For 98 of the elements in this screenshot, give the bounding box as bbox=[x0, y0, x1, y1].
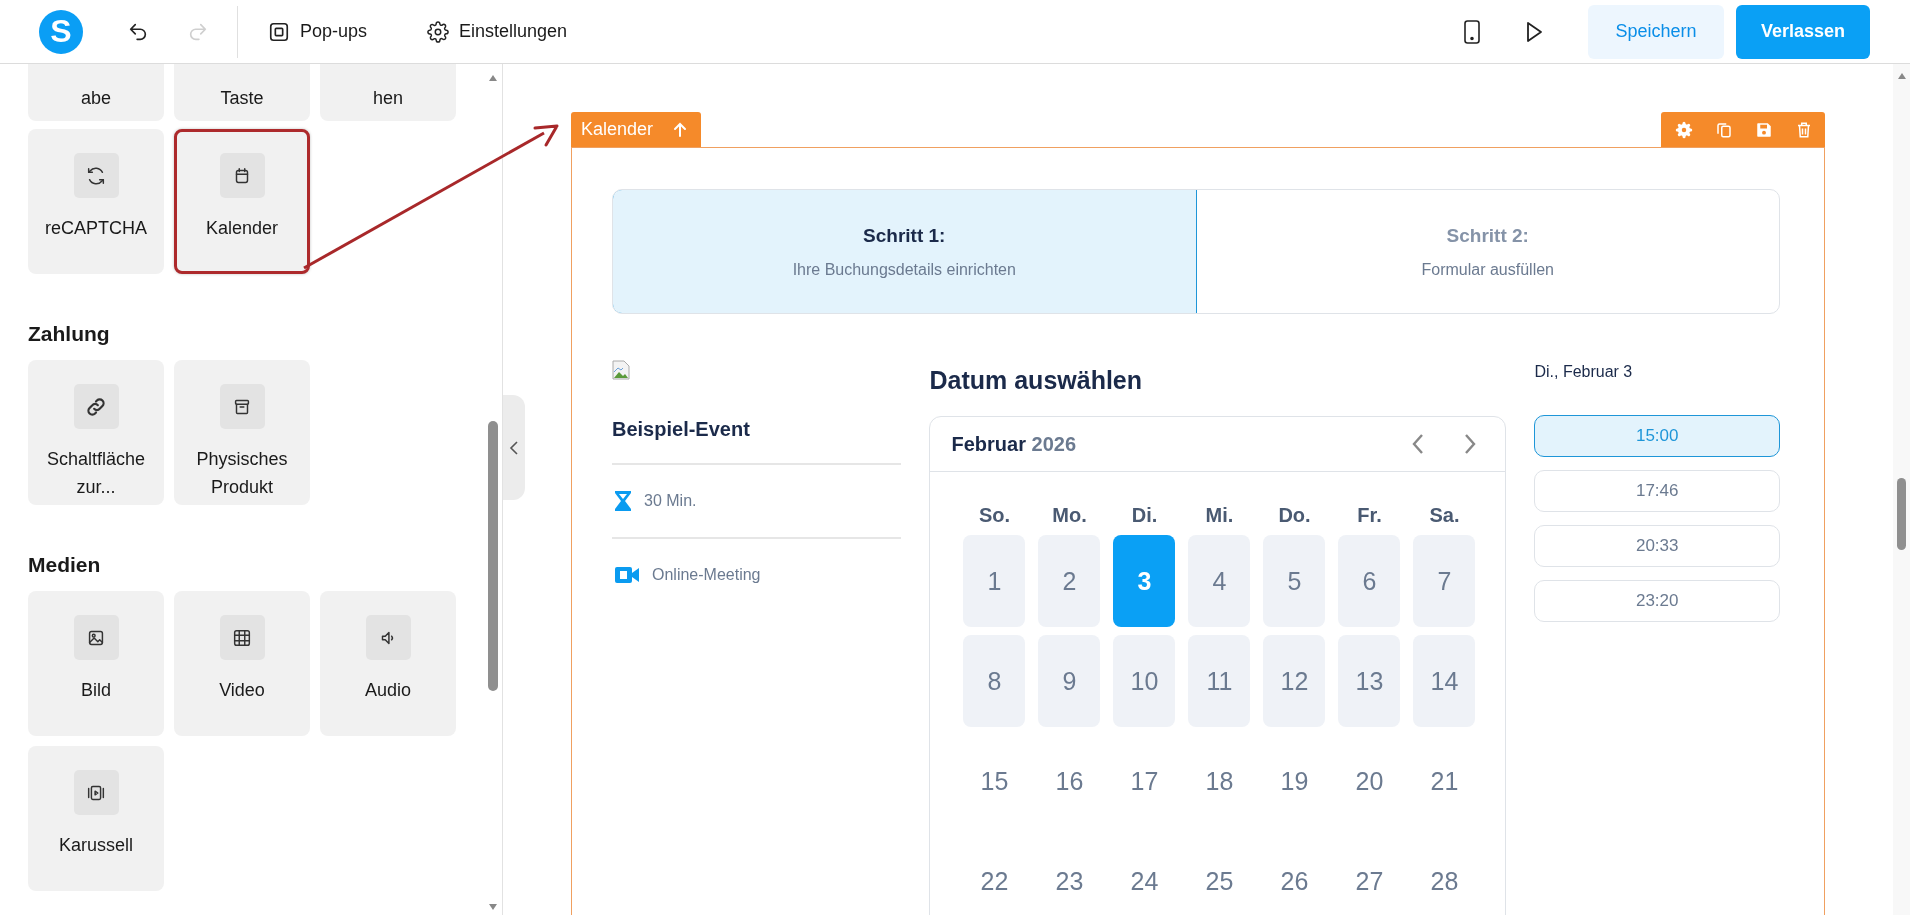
tile-icon bbox=[73, 770, 119, 815]
calendar-day[interactable]: 6 bbox=[1338, 535, 1401, 627]
event-name: Beispiel-Event bbox=[612, 418, 751, 441]
component-tile[interactable]: Video bbox=[174, 591, 310, 736]
step-description: Formular ausfüllen bbox=[1421, 260, 1554, 279]
tile-icon bbox=[73, 153, 119, 198]
scrollbar-thumb[interactable] bbox=[1897, 478, 1906, 550]
calendar-day: 22 bbox=[963, 835, 1026, 915]
calendar-day: 16 bbox=[1038, 735, 1101, 827]
copy-icon[interactable] bbox=[1715, 120, 1733, 139]
calendar-day[interactable]: 9 bbox=[1038, 635, 1101, 727]
calendar-day: 28 bbox=[1413, 835, 1476, 915]
tile-icon bbox=[365, 615, 411, 660]
collapse-handle[interactable] bbox=[503, 395, 525, 500]
datepicker-heading: Datum auswählen bbox=[929, 366, 1144, 396]
exit-button[interactable]: Verlassen bbox=[1736, 4, 1870, 59]
save-button[interactable]: Speichern bbox=[1588, 4, 1724, 59]
event-duration: 30 Min. bbox=[644, 492, 697, 510]
component-tile[interactable]: Bild bbox=[28, 591, 164, 736]
calendar-day: 20 bbox=[1338, 735, 1401, 827]
weekday-label: Di. bbox=[1130, 503, 1159, 527]
calendar-day[interactable]: 12 bbox=[1263, 635, 1326, 727]
component-tile[interactable]: Physisches Produkt bbox=[174, 360, 310, 505]
component-tile[interactable]: Karussell bbox=[28, 746, 164, 891]
step-tab[interactable]: Schritt 2: Formular ausfüllen bbox=[1196, 190, 1779, 313]
calendar-day[interactable]: 13 bbox=[1338, 635, 1401, 727]
save-icon[interactable] bbox=[1755, 120, 1773, 139]
calendar-day[interactable]: 4 bbox=[1188, 535, 1251, 627]
calendar-day: 26 bbox=[1263, 835, 1326, 915]
scrollbar-thumb[interactable] bbox=[488, 421, 498, 691]
video-camera-icon bbox=[614, 565, 640, 585]
popup-icon bbox=[268, 20, 290, 43]
calendar-day: 23 bbox=[1038, 835, 1101, 915]
delete-icon[interactable] bbox=[1795, 120, 1813, 139]
component-tile[interactable]: abe bbox=[28, 64, 164, 121]
calendar-day[interactable]: 11 bbox=[1188, 635, 1251, 727]
calendar-day: 27 bbox=[1338, 835, 1401, 915]
weekday-label: So. bbox=[977, 503, 1012, 527]
calendar-day: 24 bbox=[1113, 835, 1176, 915]
scroll-down-icon[interactable] bbox=[488, 903, 498, 911]
component-tile[interactable]: Kalender bbox=[174, 129, 310, 274]
nav-button[interactable]: Pop-ups bbox=[258, 14, 378, 49]
tile-icon bbox=[73, 615, 119, 660]
broken-image-icon bbox=[612, 360, 630, 380]
time-slot[interactable]: 23:20 bbox=[1534, 580, 1780, 622]
scroll-up-icon[interactable] bbox=[488, 74, 498, 82]
calendar-day[interactable]: 2 bbox=[1038, 535, 1101, 627]
component-tile[interactable]: hen bbox=[320, 64, 456, 121]
component-tile[interactable]: reCAPTCHA bbox=[28, 129, 164, 274]
step-title: Schritt 1: bbox=[863, 224, 946, 247]
weekday-label: Sa. bbox=[1428, 503, 1461, 527]
next-month-icon[interactable] bbox=[1463, 433, 1478, 455]
arrow-up-icon bbox=[673, 121, 688, 138]
scroll-up-icon[interactable] bbox=[1896, 72, 1907, 80]
calendar-day[interactable]: 10 bbox=[1113, 635, 1176, 727]
weekday-label: Fr. bbox=[1356, 503, 1383, 527]
chevron-left-icon bbox=[509, 439, 519, 456]
calendar-day: 15 bbox=[963, 735, 1026, 827]
settings-icon[interactable] bbox=[1675, 120, 1693, 139]
calendar-day[interactable]: 5 bbox=[1263, 535, 1326, 627]
calendar-day[interactable]: 14 bbox=[1413, 635, 1476, 727]
section-heading: Medien bbox=[28, 553, 102, 577]
event-location: Online-Meeting bbox=[652, 566, 761, 584]
logo[interactable]: S bbox=[39, 9, 83, 54]
phone-icon bbox=[1461, 18, 1483, 45]
calendar-day: 21 bbox=[1413, 735, 1476, 827]
hourglass-icon bbox=[614, 490, 632, 512]
calendar-day: 18 bbox=[1188, 735, 1251, 827]
tile-icon bbox=[219, 384, 265, 429]
tile-icon bbox=[219, 615, 265, 660]
calendar-day: 19 bbox=[1263, 735, 1326, 827]
calendar-day: 17 bbox=[1113, 735, 1176, 827]
time-slot[interactable]: 15:00 bbox=[1534, 415, 1780, 457]
element-label[interactable]: Kalender bbox=[571, 112, 702, 147]
step-title: Schritt 2: bbox=[1446, 224, 1529, 247]
weekday-label: Mi. bbox=[1204, 503, 1235, 527]
component-tile[interactable]: Schaltfläche zur... bbox=[28, 360, 164, 505]
nav-button[interactable]: Einstellungen bbox=[417, 14, 578, 49]
calendar-day[interactable]: 7 bbox=[1413, 535, 1476, 627]
previous-month-icon[interactable] bbox=[1411, 433, 1426, 455]
settings-icon bbox=[427, 20, 450, 43]
calendar-day[interactable]: 8 bbox=[963, 635, 1026, 727]
step-tab[interactable]: Schritt 1: Ihre Buchungsdetails einrichten bbox=[613, 190, 1197, 313]
step-description: Ihre Buchungsdetails einrichten bbox=[792, 260, 1016, 279]
weekday-label: Mo. bbox=[1051, 503, 1088, 527]
component-tile[interactable]: Audio bbox=[320, 591, 456, 736]
time-slot[interactable]: 20:33 bbox=[1534, 525, 1780, 567]
time-slot[interactable]: 17:46 bbox=[1534, 470, 1780, 512]
component-tile[interactable]: Taste bbox=[174, 64, 310, 121]
weekday-label: Do. bbox=[1277, 503, 1312, 527]
calendar-day[interactable]: 1 bbox=[963, 535, 1026, 627]
month-title: Februar 2026 bbox=[951, 432, 1076, 456]
section-heading: Zahlung bbox=[28, 322, 111, 346]
tile-icon bbox=[73, 384, 119, 429]
tile-icon bbox=[219, 153, 265, 198]
calendar-day: 25 bbox=[1188, 835, 1251, 915]
calendar-day[interactable]: 3 bbox=[1113, 535, 1176, 627]
selected-date: Di., Februar 3 bbox=[1534, 363, 1634, 381]
